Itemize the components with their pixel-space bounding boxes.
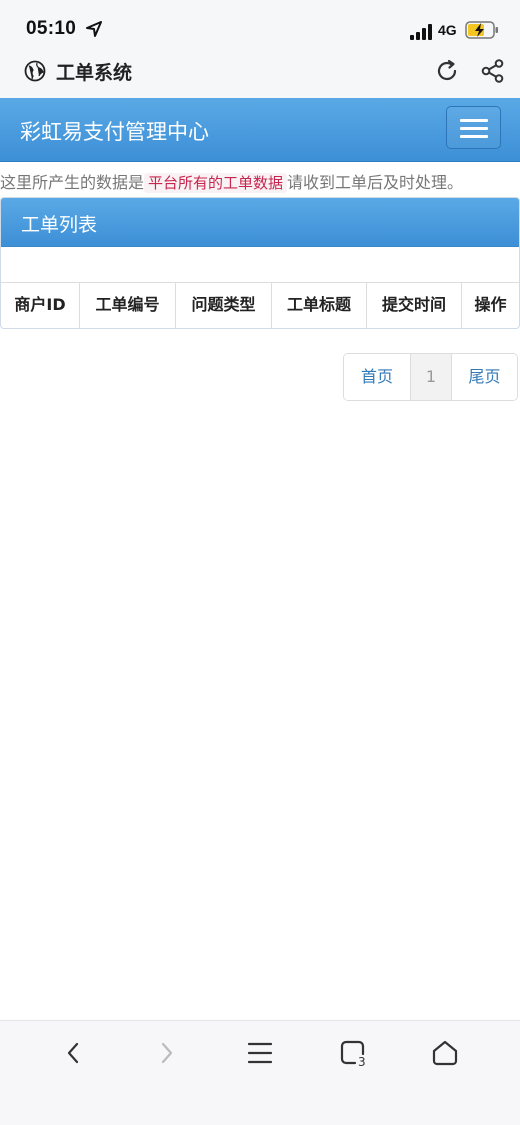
location-arrow-icon xyxy=(86,21,102,37)
panel-title: 工单列表 xyxy=(21,214,98,236)
table-header-row: 商户ID 工单编号 问题类型 工单标题 提交时间 操作 xyxy=(1,282,519,328)
hamburger-bar xyxy=(460,135,488,138)
tabs-icon[interactable]: 3 xyxy=(339,1039,367,1067)
panel-heading: 工单列表 xyxy=(1,198,519,247)
notice-highlight: 平台所有的工单数据 xyxy=(144,173,288,193)
column-issue-type: 问题类型 xyxy=(175,282,271,328)
column-merchant-id: 商户ID xyxy=(1,282,79,328)
status-bar: 05:10 4G xyxy=(0,0,520,54)
notice-prefix: 这里所产生的数据是 xyxy=(0,173,145,192)
network-label: 4G xyxy=(438,22,457,38)
browser-title-bar: 工单系统 xyxy=(0,54,520,98)
forward-icon[interactable] xyxy=(152,1039,180,1067)
menu-icon[interactable] xyxy=(246,1039,274,1067)
column-ticket-title: 工单标题 xyxy=(271,282,366,328)
browser-title: 工单系统 xyxy=(56,62,133,84)
hamburger-menu-button[interactable] xyxy=(446,106,501,149)
pagination: 首页 1 尾页 xyxy=(343,353,518,401)
current-page[interactable]: 1 xyxy=(410,354,452,400)
first-page-link[interactable]: 首页 xyxy=(344,354,410,400)
navbar-brand[interactable]: 彩虹易支付管理中心 xyxy=(20,116,209,146)
share-icon[interactable] xyxy=(480,58,506,84)
hamburger-menu-icon xyxy=(460,119,488,122)
reload-icon[interactable] xyxy=(434,58,460,84)
browser-bottom-toolbar: 3 xyxy=(0,1020,520,1125)
home-icon[interactable] xyxy=(431,1039,459,1067)
tab-count: 3 xyxy=(358,1055,366,1067)
navbar: 彩虹易支付管理中心 xyxy=(0,98,520,162)
back-icon[interactable] xyxy=(60,1039,88,1067)
notice-text: 这里所产生的数据是 平台所有的工单数据 请收到工单后及时处理。 xyxy=(0,172,520,194)
column-submit-time: 提交时间 xyxy=(366,282,461,328)
status-time: 05:10 xyxy=(26,18,77,39)
signal-icon xyxy=(410,24,432,40)
column-actions: 操作 xyxy=(461,282,519,328)
notice-suffix: 请收到工单后及时处理。 xyxy=(287,173,464,192)
ticket-list-panel: 工单列表 商户ID 工单编号 问题类型 工单标题 提交时间 操作 xyxy=(0,197,520,329)
last-page-link[interactable]: 尾页 xyxy=(452,354,517,400)
column-ticket-number: 工单编号 xyxy=(79,282,175,328)
battery-charging-icon xyxy=(465,21,498,39)
hamburger-bar xyxy=(460,127,488,130)
globe-icon xyxy=(24,60,46,82)
